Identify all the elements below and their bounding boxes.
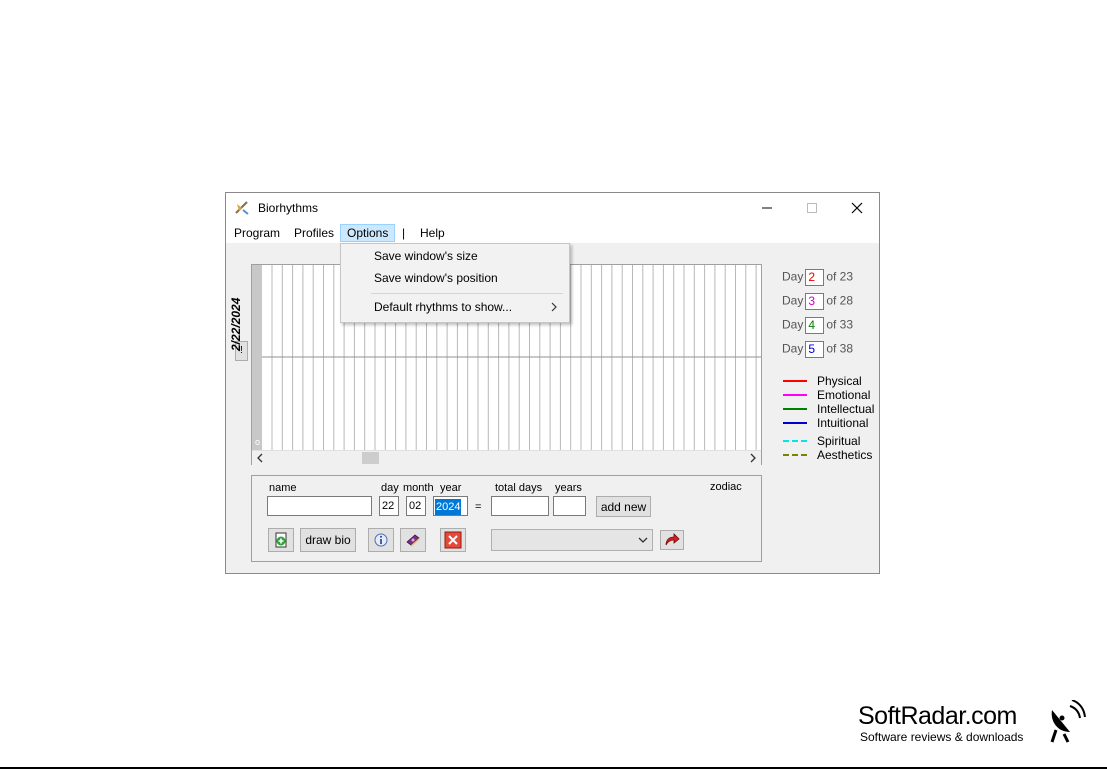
cycle-day-box[interactable]: 2 xyxy=(805,269,825,286)
menu-item-save-window-position[interactable]: Save window's position xyxy=(341,267,567,289)
app-icon xyxy=(235,201,249,215)
month-label: month xyxy=(403,482,434,494)
menu-item-save-window-size[interactable]: Save window's size xyxy=(341,245,567,267)
legend-swatch xyxy=(783,394,807,396)
scroll-thumb[interactable] xyxy=(362,452,379,464)
chevron-down-icon xyxy=(638,537,648,543)
cycle-row: Day 3 of 28 xyxy=(782,293,853,313)
options-dropdown-menu: Save window's size Save window's positio… xyxy=(340,243,570,323)
legend-label: Physical xyxy=(817,374,862,388)
go-button[interactable] xyxy=(660,530,684,550)
new-profile-button[interactable] xyxy=(268,528,294,552)
year-input[interactable]: 2024 xyxy=(433,496,468,516)
cycle-row: Day 5 of 38 xyxy=(782,341,853,361)
cycle-row: Day 4 of 33 xyxy=(782,317,853,337)
equals-sign: = xyxy=(475,501,482,513)
legend-item: Aesthetics xyxy=(783,448,872,462)
delete-button[interactable] xyxy=(440,528,466,552)
legend-item: Emotional xyxy=(783,388,870,402)
book-icon xyxy=(406,534,420,547)
total-days-label: total days xyxy=(495,482,543,494)
legend-item: Intellectual xyxy=(783,402,874,416)
menu-profiles[interactable]: Profiles xyxy=(288,224,340,242)
satellite-dish-icon xyxy=(1050,700,1086,743)
scroll-left-icon[interactable] xyxy=(256,453,264,463)
window-title: Biorhythms xyxy=(258,201,319,215)
legend-label: Emotional xyxy=(817,388,871,402)
name-label: name xyxy=(269,482,297,494)
title-bar: Biorhythms xyxy=(226,193,879,223)
cycle-row: Day 2 of 23 xyxy=(782,269,853,289)
cycle-day-suffix: of 38 xyxy=(826,341,854,356)
years-input[interactable] xyxy=(553,496,586,516)
profile-select[interactable] xyxy=(491,529,653,551)
year-label: year xyxy=(440,482,462,494)
legend-swatch xyxy=(783,408,807,410)
zodiac-label: zodiac xyxy=(710,481,742,493)
day-label: day xyxy=(381,482,399,494)
chart-date-label: 2/22/2024 xyxy=(229,297,243,351)
redo-arrow-icon xyxy=(665,533,680,546)
minimize-icon xyxy=(761,207,772,209)
cycle-day-prefix: Day xyxy=(782,293,804,308)
legend-label: Intuitional xyxy=(817,416,869,430)
legend-swatch xyxy=(783,422,807,424)
menu-options[interactable]: Options xyxy=(340,224,396,242)
submenu-chevron-right-icon xyxy=(551,302,557,312)
legend-item: Physical xyxy=(783,374,862,388)
watermark-subtitle: Software reviews & downloads xyxy=(860,730,1024,744)
cycle-day-box[interactable]: 5 xyxy=(805,341,825,358)
cycle-day-box[interactable]: 4 xyxy=(805,317,825,334)
info-icon xyxy=(374,533,388,547)
watermark-title: SoftRadar.com xyxy=(858,702,1017,730)
name-input[interactable] xyxy=(267,496,372,516)
chart-corner-mark: o xyxy=(255,437,261,447)
cycle-day-prefix: Day xyxy=(782,317,804,332)
chart-left-bar xyxy=(252,265,262,450)
profile-form: name day month year total days years zod… xyxy=(251,475,762,562)
info-button[interactable] xyxy=(368,528,394,552)
close-button[interactable] xyxy=(834,193,879,223)
delete-icon xyxy=(444,531,462,549)
book-button[interactable] xyxy=(400,528,426,552)
menu-item-default-rhythms[interactable]: Default rhythms to show... xyxy=(341,296,567,318)
cycle-day-suffix: of 33 xyxy=(826,317,854,332)
new-document-icon xyxy=(275,532,287,548)
minimize-button[interactable] xyxy=(744,193,789,223)
maximize-button[interactable] xyxy=(789,193,834,223)
cycle-day-suffix: of 28 xyxy=(826,293,854,308)
add-new-button[interactable]: add new xyxy=(596,496,651,517)
legend-label: Aesthetics xyxy=(817,448,873,462)
cycle-day-prefix: Day xyxy=(782,269,804,284)
menu-program[interactable]: Program xyxy=(228,224,286,242)
cycle-day-prefix: Day xyxy=(782,341,804,356)
menu-separator-line xyxy=(371,293,563,294)
day-input[interactable]: 22 xyxy=(379,496,399,516)
legend-label: Intellectual xyxy=(817,402,875,416)
close-icon xyxy=(851,202,862,214)
month-input[interactable]: 02 xyxy=(406,496,426,516)
legend-item: Intuitional xyxy=(783,416,868,430)
legend-label: Spiritual xyxy=(817,434,861,448)
legend-swatch xyxy=(783,380,807,382)
menu-help[interactable]: Help xyxy=(414,224,451,242)
legend-item: Spiritual xyxy=(783,434,860,448)
menu-separator: | xyxy=(402,226,406,240)
menu-bar: Program Profiles Options | Help xyxy=(226,223,879,243)
maximize-icon xyxy=(806,203,817,213)
draw-bio-button[interactable]: draw bio xyxy=(300,528,356,552)
year-value-selected: 2024 xyxy=(435,499,462,515)
legend-swatch xyxy=(783,440,807,442)
cycle-day-suffix: of 23 xyxy=(826,269,854,284)
total-days-input[interactable] xyxy=(491,496,549,516)
scroll-right-icon[interactable] xyxy=(749,453,757,463)
cycle-day-box[interactable]: 3 xyxy=(805,293,825,310)
legend-swatch xyxy=(783,454,807,456)
chart-horizontal-scrollbar[interactable] xyxy=(252,450,761,465)
years-label: years xyxy=(555,482,582,494)
